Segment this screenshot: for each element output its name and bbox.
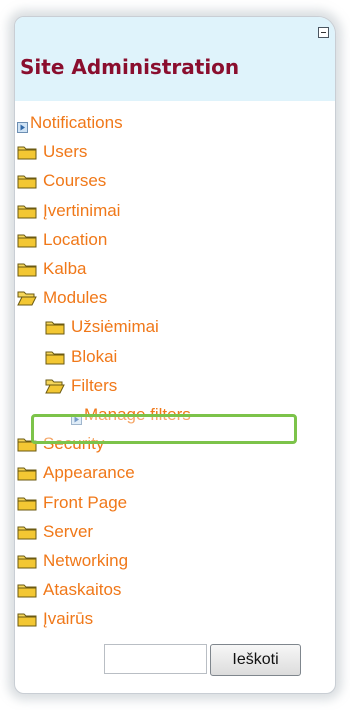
search-button[interactable]: Ieškoti <box>210 644 301 676</box>
tree-item[interactable]: Notifications <box>17 111 123 135</box>
highlight-box <box>31 414 297 444</box>
tree-item[interactable]: Įvertinimai <box>17 199 120 223</box>
block-header: Site Administration <box>15 17 335 101</box>
tree-item-label: Notifications <box>30 113 123 132</box>
collapse-minus-icon[interactable] <box>318 27 329 38</box>
block-title: Site Administration <box>20 55 240 79</box>
folder-closed-icon <box>45 319 65 335</box>
folder-closed-icon <box>17 582 37 598</box>
tree-item-label: Appearance <box>43 463 135 483</box>
tree-item[interactable]: Modules <box>17 286 107 310</box>
folder-closed-icon <box>17 203 37 219</box>
folder-closed-icon <box>45 349 65 365</box>
tree-item-label: Courses <box>43 171 107 191</box>
folder-closed-icon <box>17 261 37 277</box>
folder-closed-icon <box>17 495 37 511</box>
tree-item-label: Location <box>43 229 108 249</box>
folder-closed-icon <box>17 232 37 248</box>
tree-item[interactable]: Blokai <box>45 345 117 369</box>
tree-item[interactable]: Kalba <box>17 257 86 281</box>
tree-item[interactable]: Front Page <box>17 491 127 515</box>
tree-item[interactable]: Filters <box>45 374 117 398</box>
tree-item[interactable]: Users <box>17 140 87 164</box>
tree-item[interactable]: Užsiėmimai <box>45 315 159 339</box>
tree-item[interactable]: Location <box>17 228 107 252</box>
tree-item-label: Server <box>43 521 94 541</box>
tree-item-label: Modules <box>43 288 108 308</box>
tree-item-label: Įvairūs <box>43 609 94 629</box>
leaf-arrow-icon <box>17 118 28 133</box>
tree-item[interactable]: Įvairūs <box>17 607 93 631</box>
tree-item-label: Ataskaitos <box>43 580 122 600</box>
tree-item[interactable]: Server <box>17 520 93 544</box>
folder-open-icon <box>17 290 37 306</box>
tree-item-label: Užsiėmimai <box>71 317 159 337</box>
page: Site Administration Notifications Users Co… <box>0 0 350 710</box>
tree-item-label: Įvertinimai <box>43 200 121 220</box>
tree-item[interactable]: Courses <box>17 169 106 193</box>
site-administration-block: Site Administration Notifications Users Co… <box>14 16 336 694</box>
folder-closed-icon <box>17 611 37 627</box>
tree-item[interactable]: Networking <box>17 549 128 573</box>
tree-item[interactable]: Appearance <box>17 461 135 485</box>
tree-item-label: Front Page <box>43 492 128 512</box>
tree-item-label: Networking <box>43 551 129 570</box>
tree-item-label: Blokai <box>71 346 118 366</box>
folder-open-icon <box>45 378 65 394</box>
folder-closed-icon <box>17 144 37 160</box>
tree-item[interactable]: Ataskaitos <box>17 578 121 602</box>
folder-closed-icon <box>17 465 37 481</box>
tree-item-label: Kalba <box>43 259 87 278</box>
tree-item-label: Filters <box>71 375 118 395</box>
tree-item-label: Users <box>43 142 88 162</box>
folder-closed-icon <box>17 524 37 540</box>
folder-closed-icon <box>17 553 37 569</box>
folder-closed-icon <box>17 173 37 189</box>
search-input[interactable] <box>104 644 207 674</box>
